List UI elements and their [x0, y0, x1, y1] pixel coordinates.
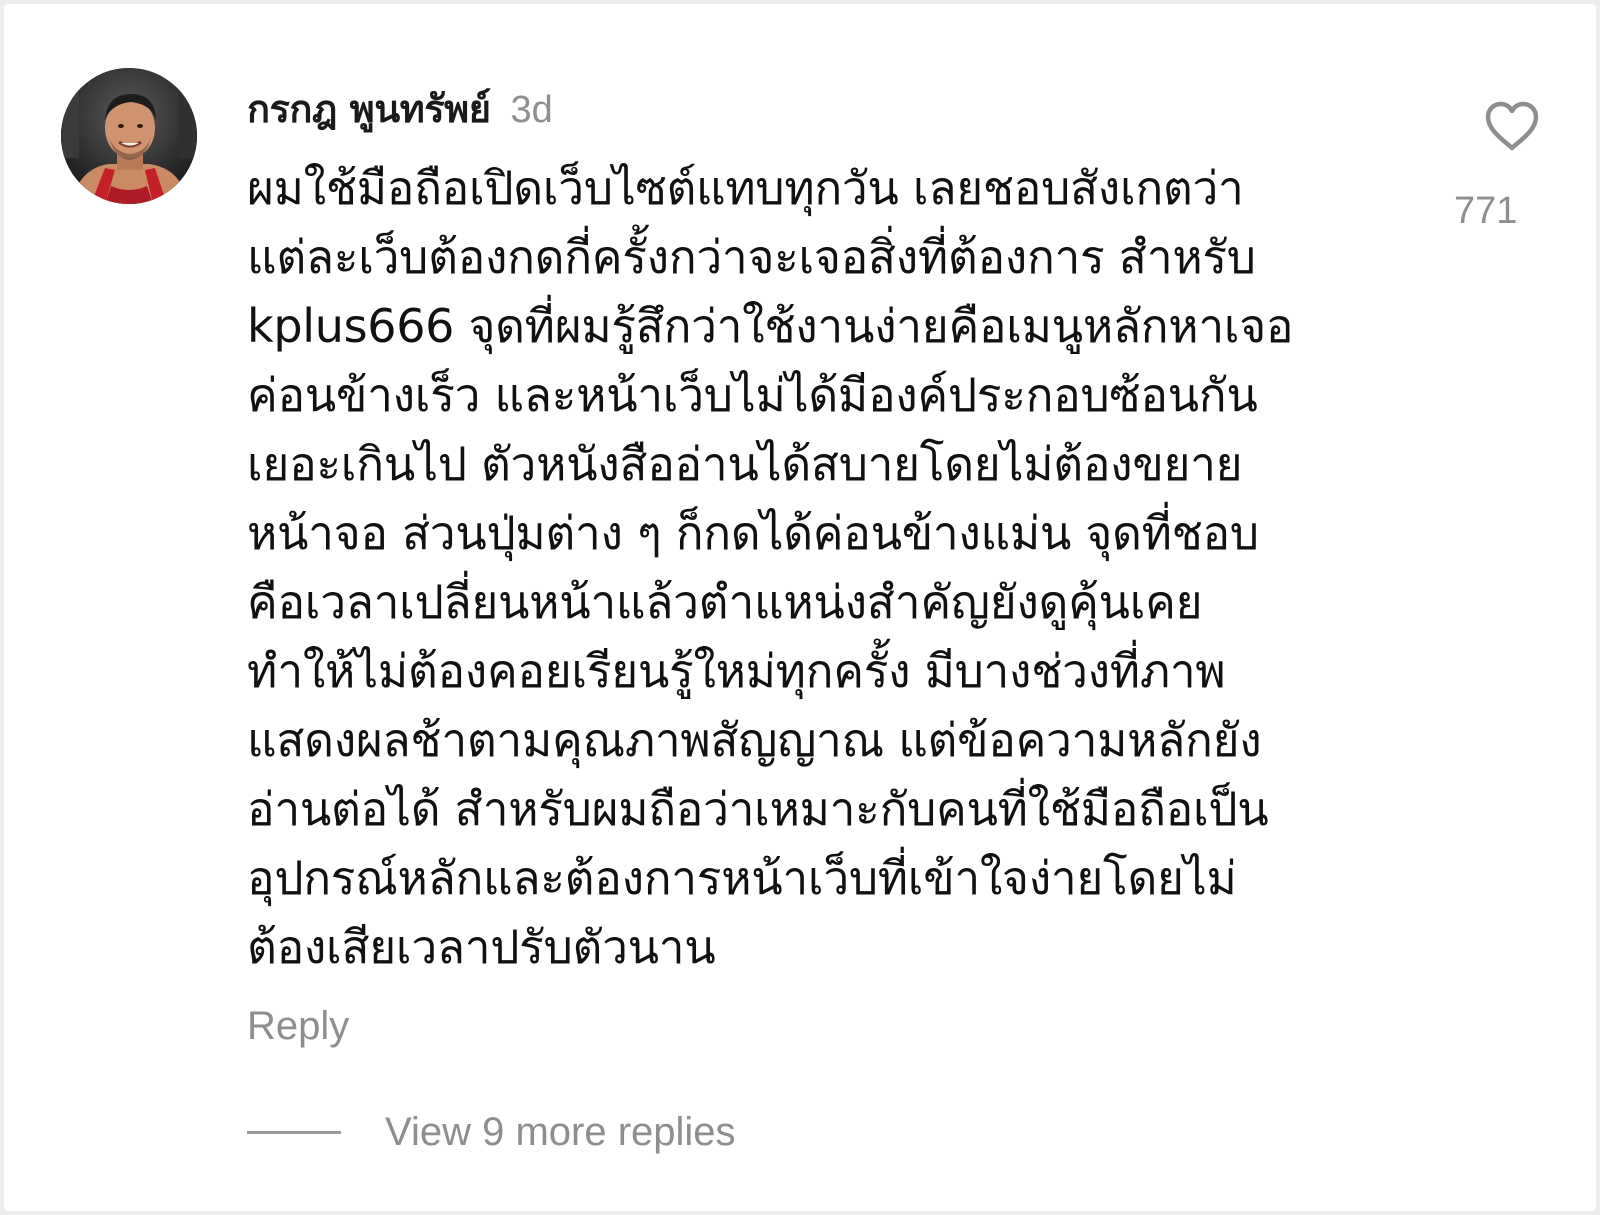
replies-divider — [247, 1131, 341, 1134]
heart-outline-icon[interactable] — [1483, 100, 1541, 152]
view-replies-label: View 9 more replies — [385, 1110, 736, 1154]
like-count: 771 — [1454, 190, 1518, 232]
comment-header: กรกฎ พูนทรัพย์ 3d — [247, 78, 553, 131]
avatar-image — [61, 68, 197, 204]
author-name[interactable]: กรกฎ พูนทรัพย์ — [247, 78, 491, 139]
like-group: 771 — [1454, 100, 1562, 233]
view-more-replies-button[interactable]: View 9 more replies — [247, 1110, 736, 1155]
avatar[interactable] — [61, 68, 197, 204]
reply-button[interactable]: Reply — [247, 1004, 349, 1049]
comment-text: ผมใช้มือถือเปิดเว็บไซต์แทบทุกวัน เลยชอบส… — [247, 161, 1294, 974]
comment-timestamp: 3d — [510, 89, 553, 131]
comment-card: กรกฎ พูนทรัพย์ 3d ผมใช้มือถือเปิดเว็บไซต… — [4, 4, 1596, 1211]
